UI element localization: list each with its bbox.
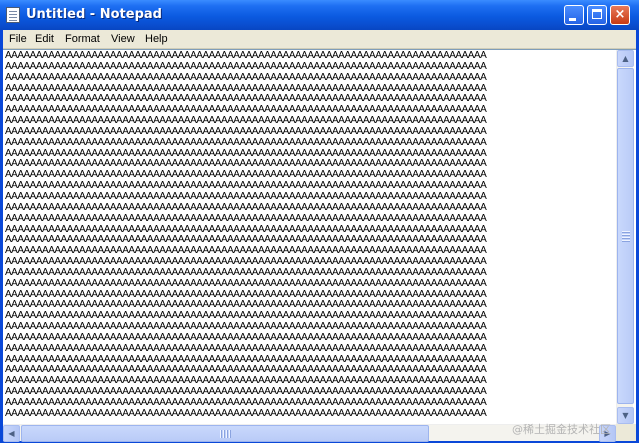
scroll-up-button[interactable]: ▲ xyxy=(617,50,634,67)
grip-icon xyxy=(229,430,230,438)
vertical-scrollbar[interactable]: ▲ ▼ xyxy=(616,50,634,424)
title-bar[interactable]: Untitled - Notepad × xyxy=(0,0,639,30)
close-icon: × xyxy=(614,7,626,22)
horizontal-scroll-thumb[interactable] xyxy=(21,425,429,442)
menu-edit[interactable]: Edit xyxy=(32,30,57,49)
minimize-button[interactable] xyxy=(564,5,584,25)
scrollbar-corner xyxy=(616,424,636,441)
menu-bar: File Edit Format View Help xyxy=(3,30,636,49)
scroll-down-button[interactable]: ▼ xyxy=(617,407,634,424)
notepad-app-icon[interactable] xyxy=(6,7,20,23)
menu-file[interactable]: File xyxy=(6,30,30,49)
text-line[interactable]: AAAAAAAAAAAAAAAAAAAAAAAAAAAAAAAAAAAAAAAA… xyxy=(5,343,616,355)
scroll-left-button[interactable]: ◀ xyxy=(3,425,20,442)
grip-icon xyxy=(223,430,224,438)
vertical-scroll-thumb[interactable] xyxy=(617,68,634,404)
grip-icon xyxy=(622,234,630,235)
text-content[interactable]: AAAAAAAAAAAAAAAAAAAAAAAAAAAAAAAAAAAAAAAA… xyxy=(5,51,616,424)
menu-format[interactable]: Format xyxy=(62,30,103,49)
grip-icon xyxy=(220,430,221,438)
window-title: Untitled - Notepad xyxy=(26,7,162,22)
notepad-window: Untitled - Notepad × File Edit Format Vi… xyxy=(0,0,639,443)
menu-help[interactable]: Help xyxy=(142,30,171,49)
maximize-button[interactable] xyxy=(587,5,607,25)
text-line[interactable]: AAAAAAAAAAAAAAAAAAAAAAAAAAAAAAAAAAAAAAAA… xyxy=(5,137,616,149)
close-button[interactable]: × xyxy=(610,5,630,25)
watermark: @稀土掘金技术社区 xyxy=(512,423,611,436)
grip-icon xyxy=(226,430,227,438)
maximize-icon xyxy=(592,9,602,19)
text-line[interactable]: AAAAAAAAAAAAAAAAAAAAAAAAAAAAAAAAAAAAAAAA… xyxy=(5,278,616,290)
grip-icon xyxy=(622,237,630,238)
grip-icon xyxy=(622,240,630,241)
text-line[interactable]: AAAAAAAAAAAAAAAAAAAAAAAAAAAAAAAAAAAAAAAA… xyxy=(5,213,616,225)
minimize-icon xyxy=(569,18,576,21)
menu-view[interactable]: View xyxy=(108,30,138,49)
text-line[interactable]: AAAAAAAAAAAAAAAAAAAAAAAAAAAAAAAAAAAAAAAA… xyxy=(5,72,616,84)
text-editor[interactable]: AAAAAAAAAAAAAAAAAAAAAAAAAAAAAAAAAAAAAAAA… xyxy=(3,49,636,442)
grip-icon xyxy=(622,231,630,232)
text-line[interactable]: AAAAAAAAAAAAAAAAAAAAAAAAAAAAAAAAAAAAAAAA… xyxy=(5,408,616,420)
